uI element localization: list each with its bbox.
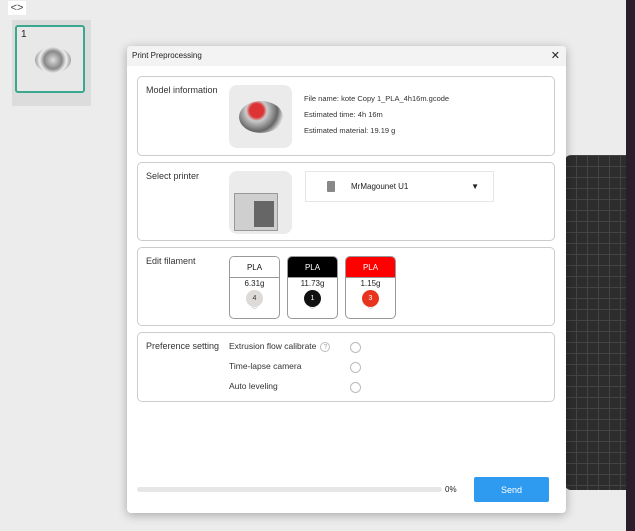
build-plate [565, 155, 626, 490]
window-edge [626, 0, 635, 531]
section-label: Edit filament [146, 256, 196, 266]
filament-card[interactable]: PLA 1.15g 3 ﹀ [345, 256, 396, 319]
caret-down-icon: ▼ [471, 182, 479, 191]
filament-type: PLA [230, 257, 279, 278]
auto-leveling-radio[interactable] [350, 382, 361, 393]
close-icon[interactable]: ✕ [551, 46, 560, 66]
dialog-title: Print Preprocessing [132, 51, 202, 60]
option-extrusion-flow: Extrusion flow calibrate? [229, 341, 331, 352]
model-preview [229, 85, 292, 148]
printer-name: MrMagounet U1 [351, 182, 409, 191]
model-image [239, 101, 283, 133]
model-information-section: Model information File name: kote Copy 1… [137, 76, 555, 156]
section-label: Model information [146, 85, 218, 95]
chevron-down-icon[interactable]: ﹀ [230, 307, 279, 315]
section-label: Preference setting [146, 341, 220, 351]
select-printer-section: Select printer MrMagounet U1 ▼ [137, 162, 555, 241]
filament-slot: 3 [362, 290, 379, 307]
plate-thumbnail[interactable]: 1 [15, 25, 85, 93]
chevron-down-icon[interactable]: ﹀ [288, 307, 337, 315]
printer-select[interactable]: MrMagounet U1 ▼ [305, 171, 494, 202]
filament-card[interactable]: PLA 11.73g 1 ﹀ [287, 256, 338, 319]
printer-image [229, 171, 292, 234]
model-thumbnail-image [35, 47, 71, 73]
estimated-time: Estimated time: 4h 16m [304, 110, 383, 119]
filament-type: PLA [288, 257, 337, 278]
extrusion-flow-radio[interactable] [350, 342, 361, 353]
filament-weight: 11.73g [300, 279, 325, 288]
filament-weight: 6.31g [244, 279, 265, 288]
filament-card[interactable]: PLA 6.31g 4 ﹀ [229, 256, 280, 319]
help-icon[interactable]: ? [320, 342, 331, 352]
printer-icon [327, 181, 335, 192]
filament-slot: 1 [304, 290, 321, 307]
edit-filament-section: Edit filament PLA 6.31g 4 ﹀ PLA 11.73g 1… [137, 247, 555, 326]
progress-text: 0% [445, 485, 457, 494]
option-auto-leveling: Auto leveling [229, 381, 278, 391]
filament-type: PLA [346, 257, 395, 278]
option-label: Extrusion flow calibrate [229, 341, 317, 351]
chevron-down-icon[interactable]: ﹀ [346, 307, 395, 315]
filament-weight: 1.15g [360, 279, 381, 288]
estimated-material: Estimated material: 19.19 g [304, 126, 396, 135]
toggle-panel-icon[interactable]: <> [8, 1, 26, 15]
send-button[interactable]: Send [474, 477, 549, 502]
dialog-titlebar: Print Preprocessing ✕ [127, 46, 566, 66]
preference-setting-section: Preference setting Extrusion flow calibr… [137, 332, 555, 402]
plate-index: 1 [21, 29, 27, 40]
print-preprocessing-dialog: Print Preprocessing ✕ Model information … [127, 46, 566, 513]
plate-thumbnail-panel: 1 [12, 20, 91, 106]
option-timelapse: Time-lapse camera [229, 361, 302, 371]
printer-door-icon [254, 201, 274, 227]
progress-bar [137, 487, 442, 492]
timelapse-radio[interactable] [350, 362, 361, 373]
file-name: File name: kote Copy 1_PLA_4h16m.gcode [304, 94, 450, 103]
section-label: Select printer [146, 171, 200, 181]
filament-slot: 4 [246, 290, 263, 307]
